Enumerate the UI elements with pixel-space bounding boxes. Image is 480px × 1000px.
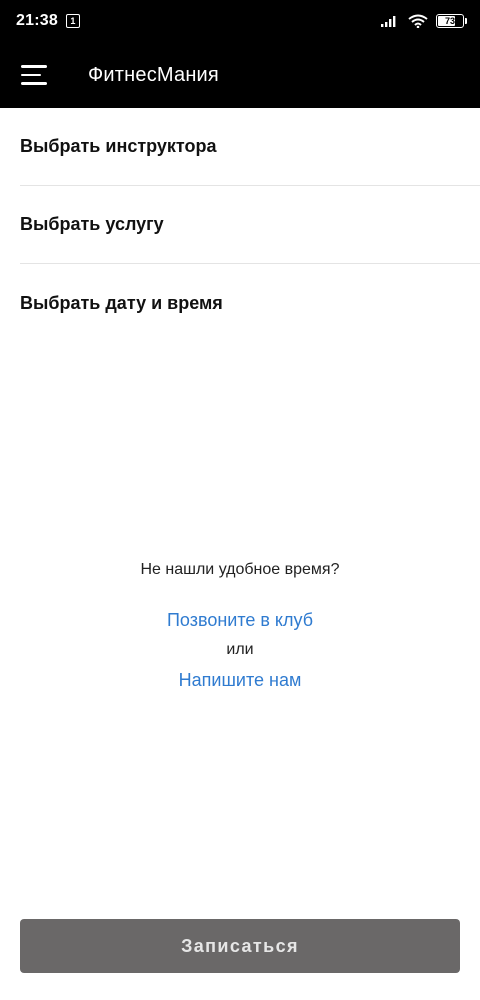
battery-icon: 73 <box>436 14 467 28</box>
select-date-time-item[interactable]: Выбрать дату и время <box>20 264 480 342</box>
notification-icon: 1 <box>65 14 80 28</box>
write-us-link[interactable]: Напишите нам <box>0 665 480 695</box>
select-instructor-item[interactable]: Выбрать инструктора <box>20 108 480 186</box>
status-bar: 21:38 1 73 <box>0 0 480 42</box>
status-right: 73 <box>380 14 467 28</box>
menu-button[interactable] <box>0 42 70 108</box>
call-club-link[interactable]: Позвоните в клуб <box>0 605 480 635</box>
status-left: 21:38 1 <box>16 12 80 30</box>
help-block: Не нашли удобное время? Позвоните в клуб… <box>0 555 480 695</box>
app-bar: ФитнесМания <box>0 42 480 108</box>
or-text: или <box>226 641 254 658</box>
hamburger-menu-icon <box>21 65 47 85</box>
notification-badge: 1 <box>70 15 76 26</box>
battery-level: 73 <box>444 16 455 26</box>
app-title: ФитнесМания <box>88 63 219 86</box>
status-time: 21:38 <box>16 12 58 29</box>
booking-options-list: Выбрать инструктора Выбрать услугу Выбра… <box>0 108 480 342</box>
submit-button[interactable]: Записаться <box>20 919 460 973</box>
wifi-icon <box>408 14 428 28</box>
help-question: Не нашли удобное время? <box>140 561 340 578</box>
signal-icon <box>381 16 396 27</box>
select-service-item[interactable]: Выбрать услугу <box>20 186 480 264</box>
